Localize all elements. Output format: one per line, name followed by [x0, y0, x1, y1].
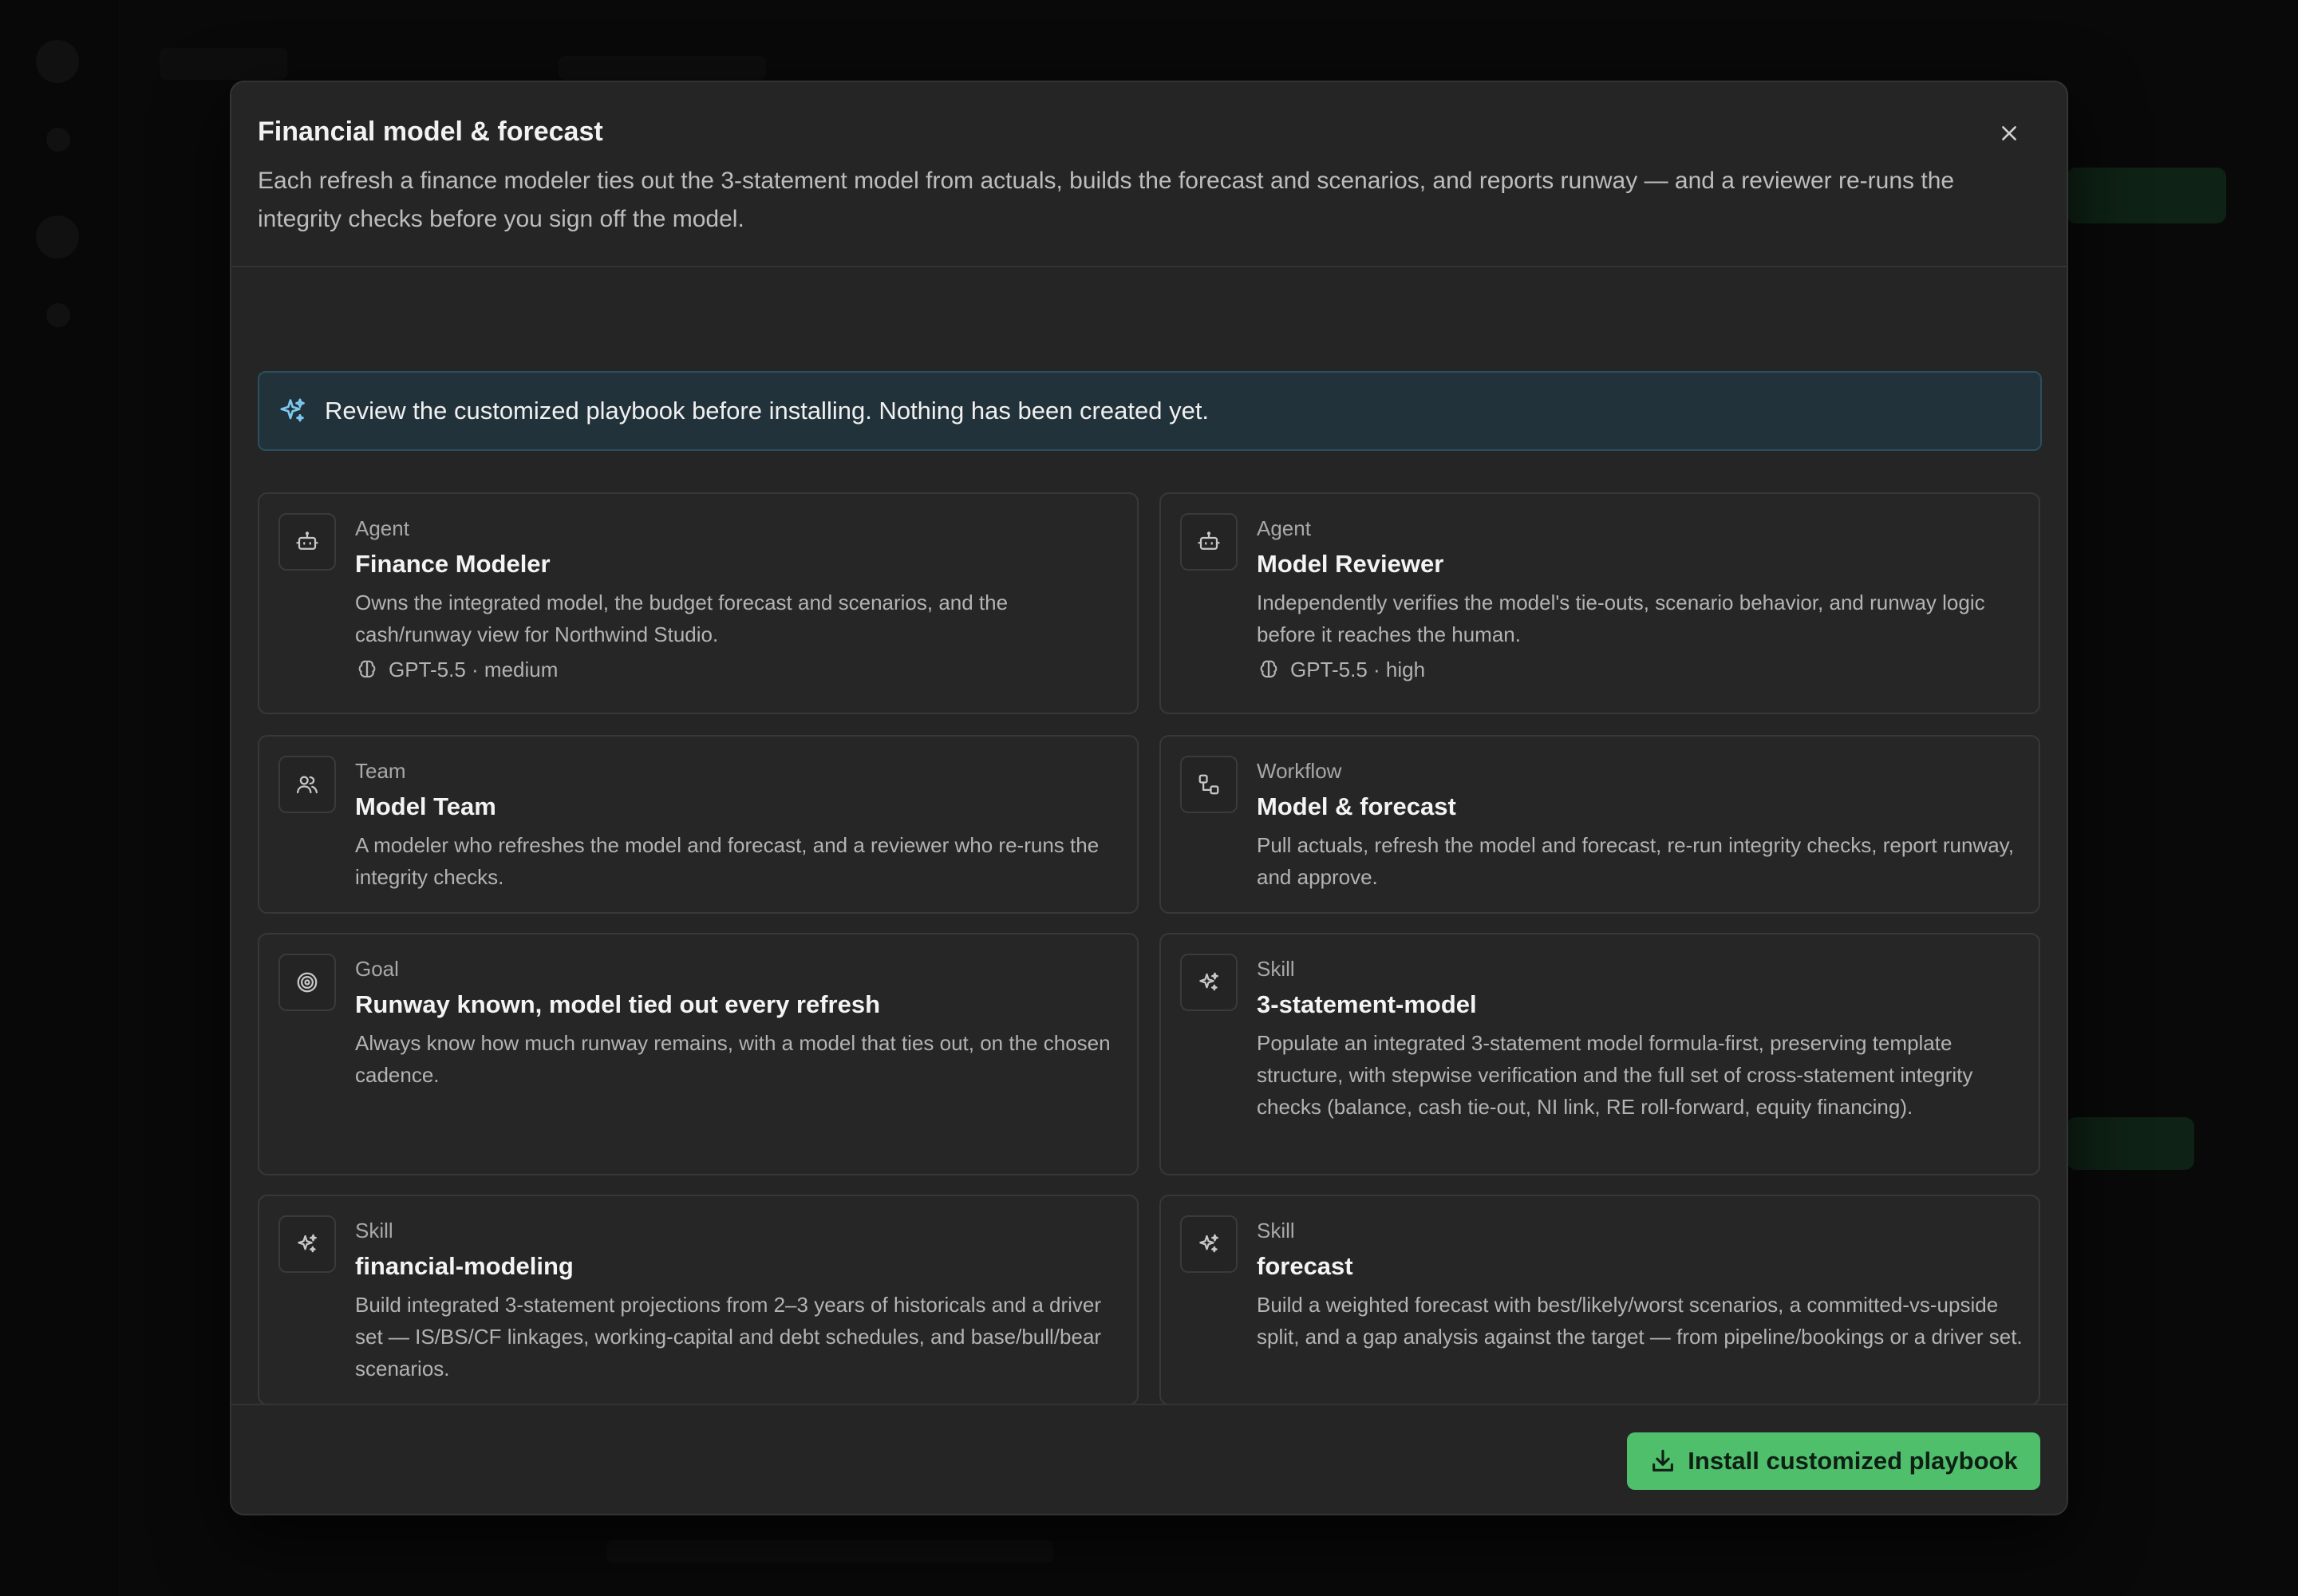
- card-description: Populate an integrated 3-statement model…: [1257, 1031, 1973, 1119]
- target-icon: [278, 954, 336, 1011]
- sparkle-icon: [278, 397, 307, 425]
- card-name: Runway known, model tied out every refre…: [355, 990, 881, 1018]
- card-kind: Workflow: [1257, 759, 1342, 783]
- card-kind: Skill: [355, 1219, 393, 1242]
- card-model: GPT-5.5 · medium: [355, 655, 558, 684]
- robot-icon: [1180, 513, 1238, 571]
- card-agent-model-reviewer[interactable]: Agent Model Reviewer Independently verif…: [1159, 492, 2040, 714]
- card-model-label: GPT-5.5 · medium: [389, 658, 559, 681]
- card-description: Always know how much runway remains, wit…: [355, 1031, 1111, 1087]
- card-name: forecast: [1257, 1252, 1353, 1280]
- card-goal-runway[interactable]: Goal Runway known, model tied out every …: [258, 933, 1139, 1175]
- close-button[interactable]: [1992, 116, 2027, 151]
- card-kind: Agent: [355, 516, 409, 540]
- card-kind: Skill: [1257, 1219, 1295, 1242]
- card-name: Model Reviewer: [1257, 550, 1444, 578]
- card-kind: Agent: [1257, 516, 1311, 540]
- card-kind: Skill: [1257, 957, 1295, 981]
- card-name: financial-modeling: [355, 1252, 574, 1280]
- card-agent-finance-modeler[interactable]: Agent Finance Modeler Owns the integrate…: [258, 492, 1139, 714]
- card-workflow-model-forecast[interactable]: Workflow Model & forecast Pull actuals, …: [1159, 735, 2040, 914]
- card-name: Model Team: [355, 792, 496, 820]
- sparkle-icon: [278, 1215, 336, 1273]
- users-icon: [278, 756, 336, 813]
- sparkle-icon: [1180, 1215, 1238, 1273]
- card-skill-financial-modeling[interactable]: Skill financial-modeling Build integrate…: [258, 1195, 1139, 1405]
- modal-footer: Install customized playbook: [231, 1404, 2067, 1514]
- modal-description: Each refresh a finance modeler ties out …: [258, 168, 1955, 232]
- install-playbook-button[interactable]: Install customized playbook: [1627, 1432, 2040, 1490]
- card-description: Build a weighted forecast with best/like…: [1257, 1293, 2023, 1349]
- card-description: Independently verifies the model's tie-o…: [1257, 591, 1985, 646]
- workflow-icon: [1180, 756, 1238, 813]
- card-skill-forecast[interactable]: Skill forecast Build a weighted forecast…: [1159, 1195, 2040, 1405]
- card-name: Finance Modeler: [355, 550, 551, 578]
- notice-text: Review the customized playbook before in…: [325, 397, 1210, 425]
- card-kind: Team: [355, 759, 406, 783]
- close-icon: [2002, 126, 2016, 140]
- card-model-label: GPT-5.5 · high: [1290, 658, 1426, 681]
- playbook-modal: Financial model & forecast Each refresh …: [230, 81, 2068, 1515]
- brain-icon: [355, 658, 379, 681]
- card-description: A modeler who refreshes the model and fo…: [355, 833, 1100, 889]
- card-team-model-team[interactable]: Team Model Team A modeler who refreshes …: [258, 735, 1139, 914]
- modal-body[interactable]: Review the customized playbook before in…: [231, 269, 2067, 1487]
- card-name: Model & forecast: [1257, 792, 1456, 820]
- card-skill-3-statement-model[interactable]: Skill 3-statement-model Populate an inte…: [1159, 933, 2040, 1175]
- sparkle-icon: [1180, 954, 1238, 1011]
- install-button-label: Install customized playbook: [1688, 1447, 2018, 1475]
- modal-title: Financial model & forecast: [258, 117, 603, 147]
- brain-icon: [1257, 658, 1281, 681]
- card-name: 3-statement-model: [1257, 990, 1477, 1018]
- card-description: Pull actuals, refresh the model and fore…: [1257, 833, 2014, 889]
- robot-icon: [278, 513, 336, 571]
- card-model: GPT-5.5 · high: [1257, 655, 1425, 684]
- card-kind: Goal: [355, 957, 399, 981]
- card-description: Owns the integrated model, the budget fo…: [355, 591, 1009, 646]
- modal-header: Financial model & forecast Each refresh …: [231, 82, 2067, 267]
- card-description: Build integrated 3-statement projections…: [355, 1293, 1102, 1381]
- review-notice: Review the customized playbook before in…: [258, 371, 2042, 451]
- download-icon: [1649, 1448, 1676, 1475]
